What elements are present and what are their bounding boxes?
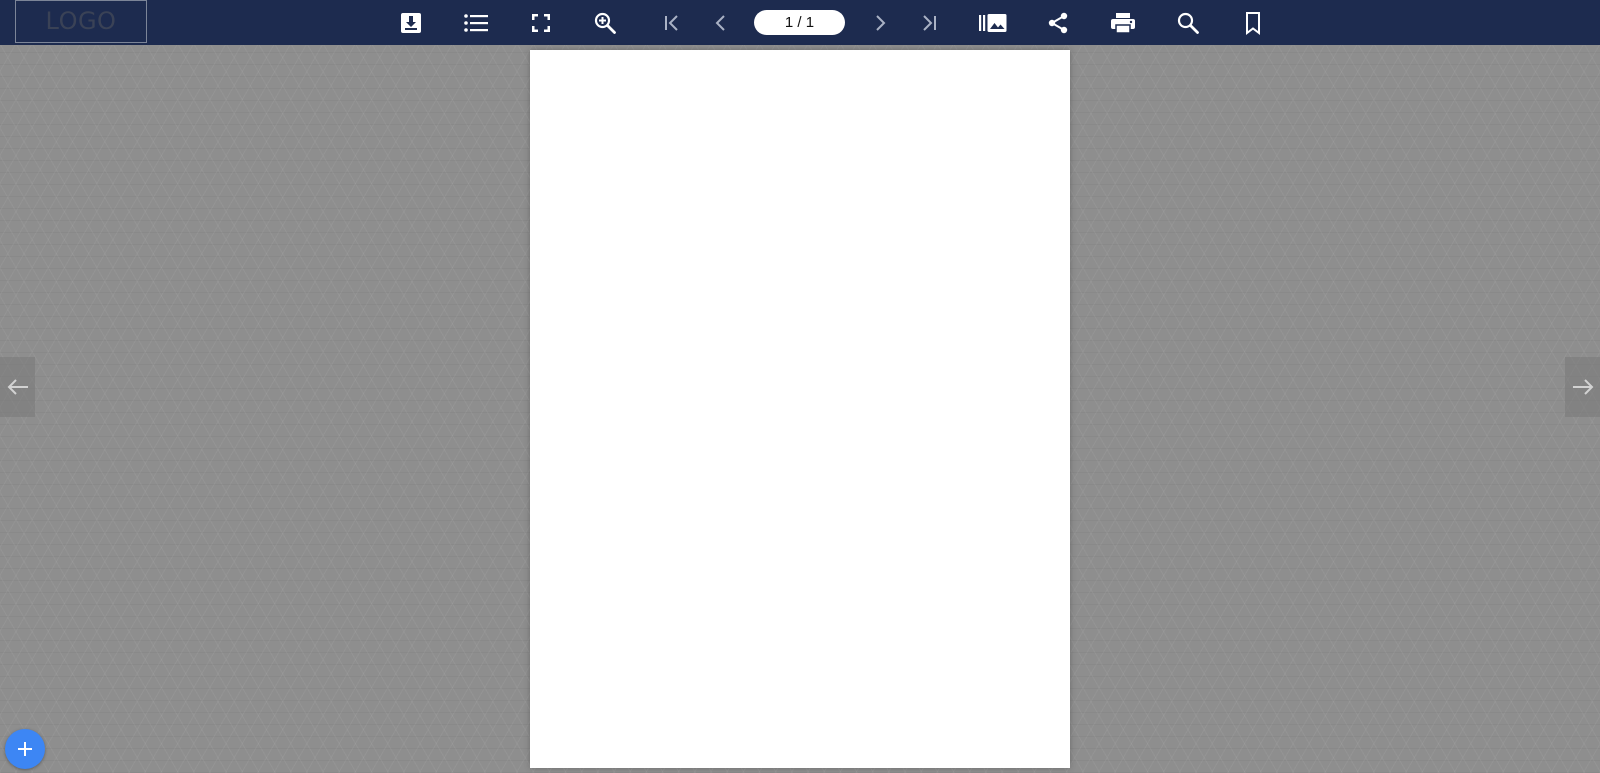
- page-number-field[interactable]: 1 / 1: [754, 10, 845, 35]
- table-of-contents-button[interactable]: [459, 6, 493, 40]
- download-button[interactable]: [394, 6, 428, 40]
- top-toolbar: LOGO 1 / 1: [0, 0, 1600, 45]
- print-button[interactable]: [1106, 6, 1140, 40]
- document-page: [530, 50, 1070, 768]
- share-icon: [1048, 12, 1068, 34]
- share-button[interactable]: [1041, 6, 1075, 40]
- download-icon: [401, 13, 421, 33]
- bookmark-icon: [1246, 12, 1260, 35]
- thumbnails-button[interactable]: [976, 6, 1010, 40]
- first-page-icon: [665, 15, 678, 31]
- last-page-icon: [923, 15, 936, 31]
- next-page-arrow[interactable]: [1565, 357, 1600, 417]
- fullscreen-icon: [532, 14, 550, 32]
- fullscreen-button[interactable]: [524, 6, 558, 40]
- zoom-in-icon: [594, 12, 616, 34]
- search-icon: [1177, 12, 1199, 34]
- bookmark-button[interactable]: [1236, 6, 1270, 40]
- zoom-in-button[interactable]: [588, 6, 622, 40]
- list-icon: [464, 14, 488, 32]
- chevron-right-icon: [876, 15, 886, 31]
- arrow-left-icon: [7, 379, 28, 395]
- plus-icon: [18, 742, 32, 756]
- arrow-right-icon: [1572, 379, 1593, 395]
- add-button[interactable]: [5, 729, 45, 769]
- logo: LOGO: [15, 0, 147, 43]
- print-icon: [1111, 13, 1135, 34]
- thumbnails-icon: [979, 14, 1007, 32]
- search-button[interactable]: [1171, 6, 1205, 40]
- last-page-button[interactable]: [912, 6, 946, 40]
- first-page-button[interactable]: [655, 6, 689, 40]
- next-page-button[interactable]: [863, 6, 897, 40]
- previous-page-button[interactable]: [704, 6, 738, 40]
- previous-page-arrow[interactable]: [0, 357, 35, 417]
- chevron-left-icon: [715, 15, 725, 31]
